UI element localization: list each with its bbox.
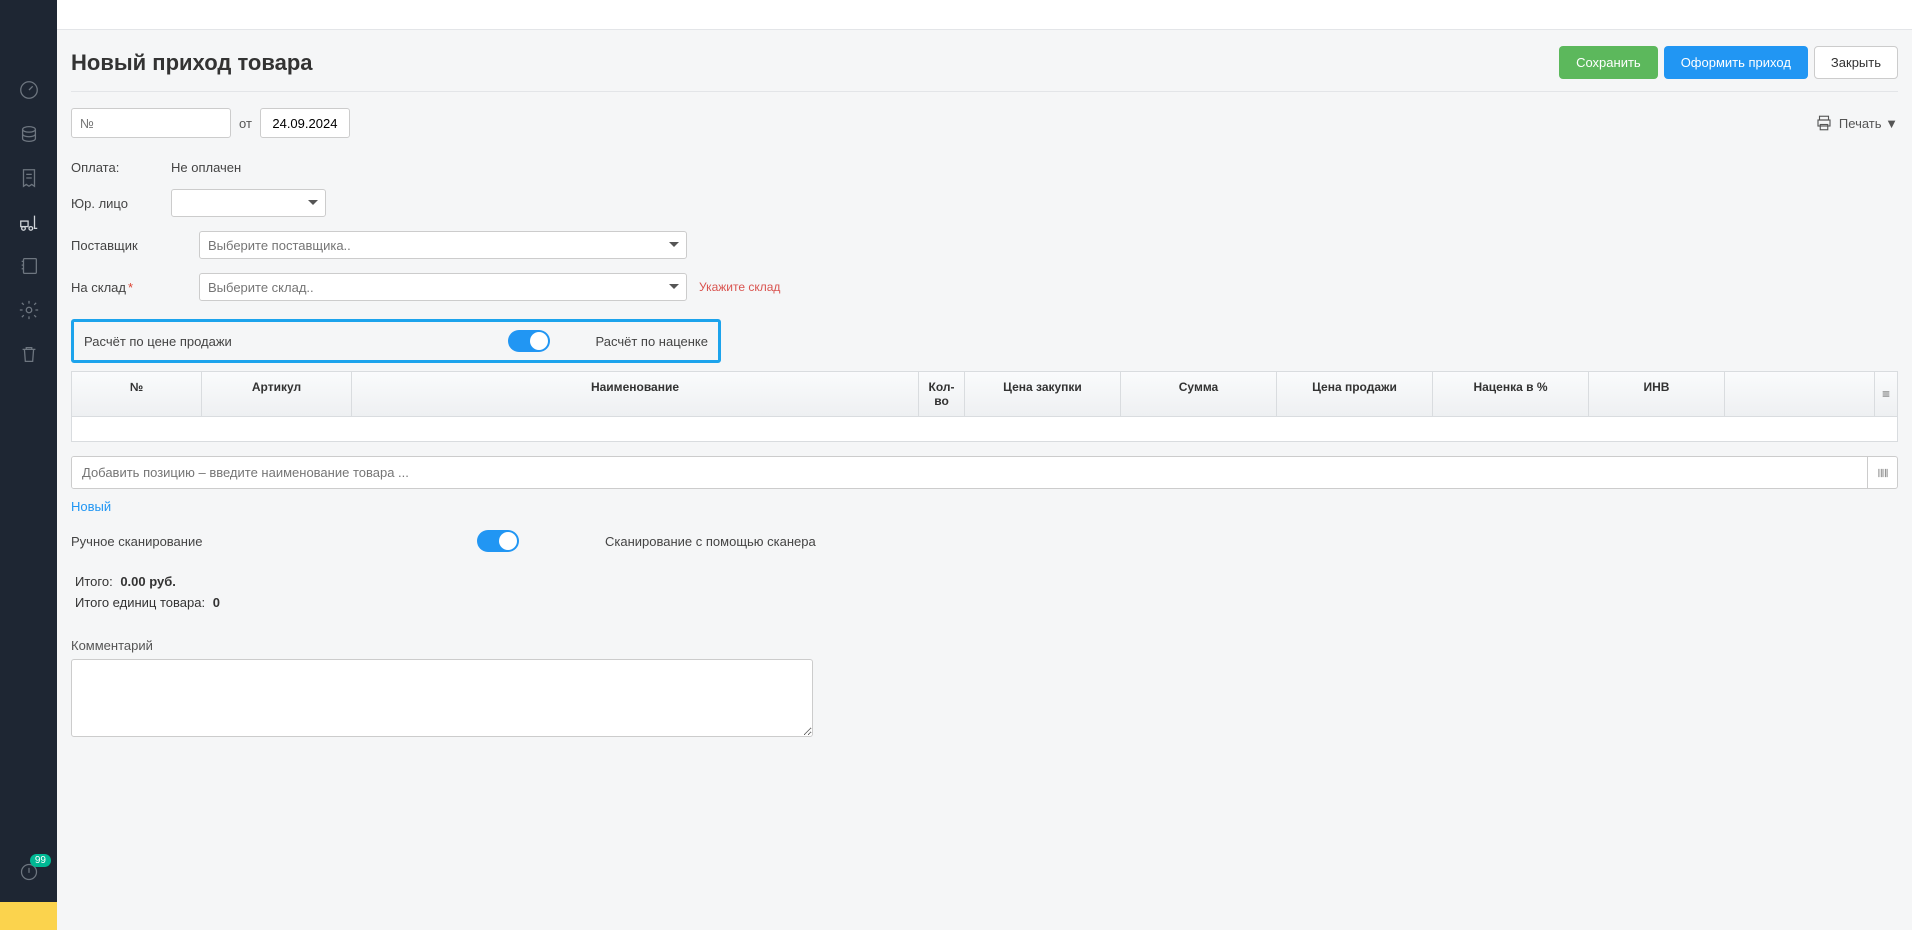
legal-select[interactable] [171,189,326,217]
supplier-row: Поставщик [71,231,1898,259]
nav-trash[interactable] [0,334,57,374]
notebook-icon [18,255,40,277]
main-area: Новый приход товара Сохранить Оформить п… [57,0,1912,930]
form-section: Оплата: Не оплачен Юр. лицо Поставщик На… [71,160,1898,301]
legal-row: Юр. лицо [71,189,1898,217]
forklift-icon [18,211,40,233]
sidebar-highlight [0,902,57,930]
print-label: Печать ▼ [1839,116,1898,131]
calc-mode-block: Расчёт по цене продажи Расчёт по наценке [71,319,721,363]
col-menu-button[interactable] [1875,372,1897,416]
sidebar-spacer [0,0,57,30]
col-name: Наименование [352,372,919,416]
nav-warehouse[interactable] [0,202,57,242]
nav-notifications[interactable]: 99 [0,852,57,892]
calc-by-price-label: Расчёт по цене продажи [84,334,482,349]
items-table: № Артикул Наименование Кол-во Цена закуп… [71,371,1898,442]
nav-dashboard[interactable] [0,70,57,110]
table-body-empty [72,417,1897,441]
total-sum-label: Итого: [75,574,113,589]
add-item-input[interactable] [72,457,1867,488]
supplier-label: Поставщик [71,238,171,253]
doc-number-input[interactable] [71,108,231,138]
warehouse-select[interactable] [199,273,687,301]
col-sell: Цена продажи [1277,372,1433,416]
topbar [57,0,1912,30]
trash-icon [18,343,40,365]
payment-label: Оплата: [71,160,171,175]
doc-meta-row: от Печать ▼ [71,108,1898,138]
calc-mode-toggle[interactable] [508,330,550,352]
barcode-icon [1876,466,1890,480]
total-units-label: Итого единиц товара: [75,595,205,610]
legal-label: Юр. лицо [71,196,171,211]
nav-settings[interactable] [0,290,57,330]
warehouse-error: Укажите склад [699,280,780,294]
nav-catalog[interactable] [0,246,57,286]
col-article: Артикул [202,372,352,416]
col-margin: Наценка в % [1433,372,1589,416]
nav-sales[interactable] [0,158,57,198]
notification-badge: 99 [30,854,51,867]
close-button[interactable]: Закрыть [1814,46,1898,79]
hamburger-icon [1881,387,1891,401]
col-sum: Сумма [1121,372,1277,416]
comment-block: Комментарий [71,638,1898,740]
page-title: Новый приход товара [71,50,313,76]
receipt-icon [18,167,40,189]
sidebar: 99 [0,0,57,930]
total-sum-value: 0.00 руб. [120,574,176,589]
payment-row: Оплата: Не оплачен [71,160,1898,175]
col-number: № [72,372,202,416]
calc-by-margin-label: Расчёт по наценке [596,334,708,349]
payment-value: Не оплачен [171,160,241,175]
total-sum-row: Итого: 0.00 руб. [71,572,1898,593]
col-qty: Кол-во [919,372,965,416]
warehouse-label: На склад* [71,280,171,295]
from-label: от [239,116,252,131]
total-units-value: 0 [213,595,220,610]
gear-icon [18,299,40,321]
comment-label: Комментарий [71,638,1898,653]
scan-mode-toggle[interactable] [477,530,519,552]
sidebar-bottom: 99 [0,852,57,930]
warehouse-row: На склад* Укажите склад [71,273,1898,301]
gauge-icon [18,79,40,101]
doc-date-input[interactable] [260,108,350,138]
page-content: Новый приход товара Сохранить Оформить п… [57,30,1912,780]
submit-button[interactable]: Оформить приход [1664,46,1808,79]
table-header-row: № Артикул Наименование Кол-во Цена закуп… [72,372,1897,417]
col-buy: Цена закупки [965,372,1121,416]
add-item-barcode-button[interactable] [1867,457,1897,488]
col-spare [1725,372,1875,416]
print-button[interactable]: Печать ▼ [1815,114,1898,132]
header-actions: Сохранить Оформить приход Закрыть [1559,46,1898,79]
col-inv: ИНВ [1589,372,1725,416]
comment-textarea[interactable] [71,659,813,737]
add-item-row [71,456,1898,489]
scan-row: Ручное сканирование Сканирование с помощ… [71,530,891,552]
coins-icon [18,123,40,145]
scan-manual-label: Ручное сканирование [71,534,451,549]
total-units-row: Итого единиц товара: 0 [71,593,1898,614]
save-button[interactable]: Сохранить [1559,46,1658,79]
totals-block: Итого: 0.00 руб. Итого единиц товара: 0 [71,572,1898,614]
scan-scanner-label: Сканирование с помощью сканера [605,534,816,549]
sidebar-nav [0,70,57,374]
page-header: Новый приход товара Сохранить Оформить п… [71,40,1898,92]
supplier-select[interactable] [199,231,687,259]
new-link[interactable]: Новый [71,499,111,514]
printer-icon [1815,114,1833,132]
nav-finance[interactable] [0,114,57,154]
doc-meta-left: от [71,108,350,138]
